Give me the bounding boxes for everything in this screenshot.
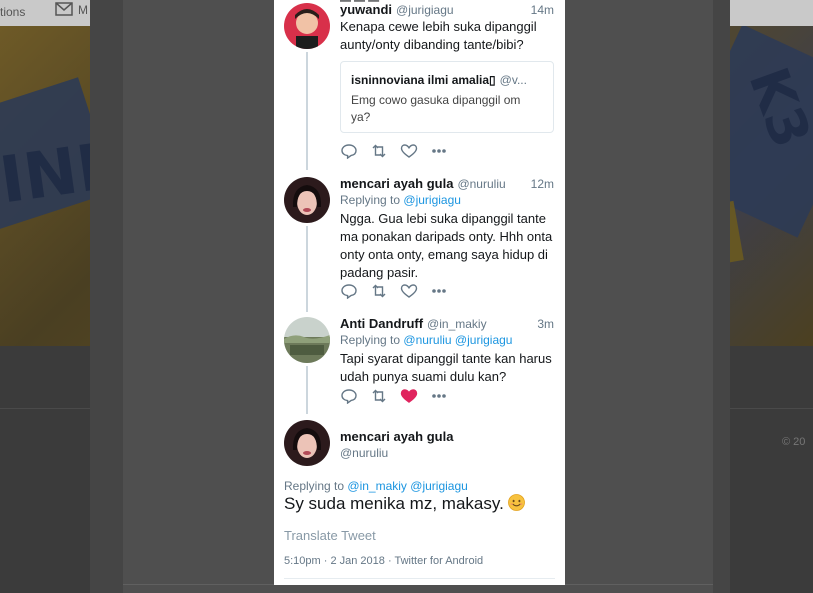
thread-connector [306, 226, 308, 312]
focused-tweet-text: Sy suda menika mz, makasy. [284, 494, 525, 514]
reply-icon[interactable] [340, 283, 358, 299]
background-nav-messages: M [78, 3, 88, 17]
avatar-yuwandi[interactable] [284, 3, 330, 49]
tweet-timestamp[interactable]: 12m [531, 177, 554, 191]
tweet-text: Tapi syarat dipanggil tante kan harus ud… [340, 351, 552, 384]
tweet-timestamp[interactable]: 3m [537, 317, 554, 331]
tweet-thread-panel: — — — yuwandi @jurigiagu 14m Kenapa cewe … [274, 0, 565, 585]
thread-connector [306, 52, 308, 170]
replying-to-label: Replying to [284, 479, 345, 493]
translate-tweet-link[interactable]: Translate Tweet [284, 528, 376, 543]
tweet-timestamp-source[interactable]: 5:10pm · 2 Jan 2018 · Twitter for Androi… [284, 555, 483, 567]
focused-tweet-body: Sy suda menika mz, makasy. [284, 494, 504, 513]
replying-to-label: Replying to [340, 333, 401, 347]
divider [284, 578, 555, 579]
quoted-author-handle: @v... [499, 73, 527, 87]
more-icon[interactable] [430, 143, 448, 159]
tweet-author[interactable]: yuwandi @jurigiagu [340, 2, 454, 17]
author-handle[interactable]: @jurigiagu [396, 3, 454, 17]
retweet-icon[interactable] [370, 283, 388, 299]
quoted-author: isninnoviana ilmi amalia▯ @v... [351, 73, 527, 87]
mail-icon [55, 2, 73, 16]
background-nav-text: tions [0, 5, 26, 19]
thread-connector [306, 366, 308, 414]
retweet-icon[interactable] [370, 388, 388, 404]
more-icon[interactable] [430, 388, 448, 404]
replying-to-mentions[interactable]: @jurigiagu [403, 193, 461, 207]
author-handle[interactable]: @nuruliu [457, 177, 505, 191]
replying-to-mentions[interactable]: @in_makiy @jurigiagu [347, 479, 467, 493]
quoted-tweet[interactable]: isninnoviana ilmi amalia▯ @v... Emg cowo … [340, 61, 554, 133]
avatar-mencari-ayah-gula[interactable] [284, 177, 330, 223]
author-handle[interactable]: @in_makiy [427, 317, 487, 331]
background-copyright: © 20 [782, 436, 806, 448]
tweet-timestamp[interactable]: 14m [531, 3, 554, 17]
heart-icon-liked[interactable] [400, 388, 418, 404]
tweet-author[interactable]: mencari ayah gula @nuruliu [340, 176, 506, 191]
author-name[interactable]: Anti Dandruff [340, 316, 423, 331]
quoted-tweet-text: Emg cowo gasuka dipanggil om ya? [351, 93, 521, 124]
avatar-mencari-ayah-gula[interactable] [284, 420, 330, 466]
more-icon[interactable] [430, 283, 448, 299]
replying-to: Replying to @nuruliu @jurigiagu [340, 333, 512, 347]
smiling-face-emoji-icon [507, 494, 525, 511]
quoted-author-name: isninnoviana ilmi amalia▯ [351, 73, 496, 87]
retweet-icon[interactable] [370, 143, 388, 159]
replying-to-label: Replying to [340, 193, 401, 207]
focused-tweet-author-name[interactable]: mencari ayah gula [340, 429, 453, 444]
replying-to-mentions[interactable]: @nuruliu @jurigiagu [403, 333, 512, 347]
heart-icon[interactable] [400, 143, 418, 159]
tweet-actions [340, 143, 460, 159]
avatar-anti-dandruff[interactable] [284, 317, 330, 363]
author-name[interactable]: yuwandi [340, 2, 392, 17]
tweet-text: Kenapa cewe lebih suka dipanggil aunty/o… [340, 19, 537, 52]
reply-icon[interactable] [340, 388, 358, 404]
author-name[interactable]: mencari ayah gula [340, 176, 453, 191]
heart-icon[interactable] [400, 283, 418, 299]
reply-icon[interactable] [340, 143, 358, 159]
tweet-author[interactable]: Anti Dandruff @in_makiy [340, 316, 487, 331]
replying-to: Replying to @jurigiagu [340, 193, 461, 207]
tweet-actions [340, 388, 460, 404]
tweet-text: Ngga. Gua lebi suka dipanggil tante ma p… [340, 211, 553, 280]
replying-to: Replying to @in_makiy @jurigiagu [284, 479, 468, 493]
tweet-actions [340, 283, 460, 299]
focused-tweet-author-handle[interactable]: @nuruliu [340, 446, 388, 460]
